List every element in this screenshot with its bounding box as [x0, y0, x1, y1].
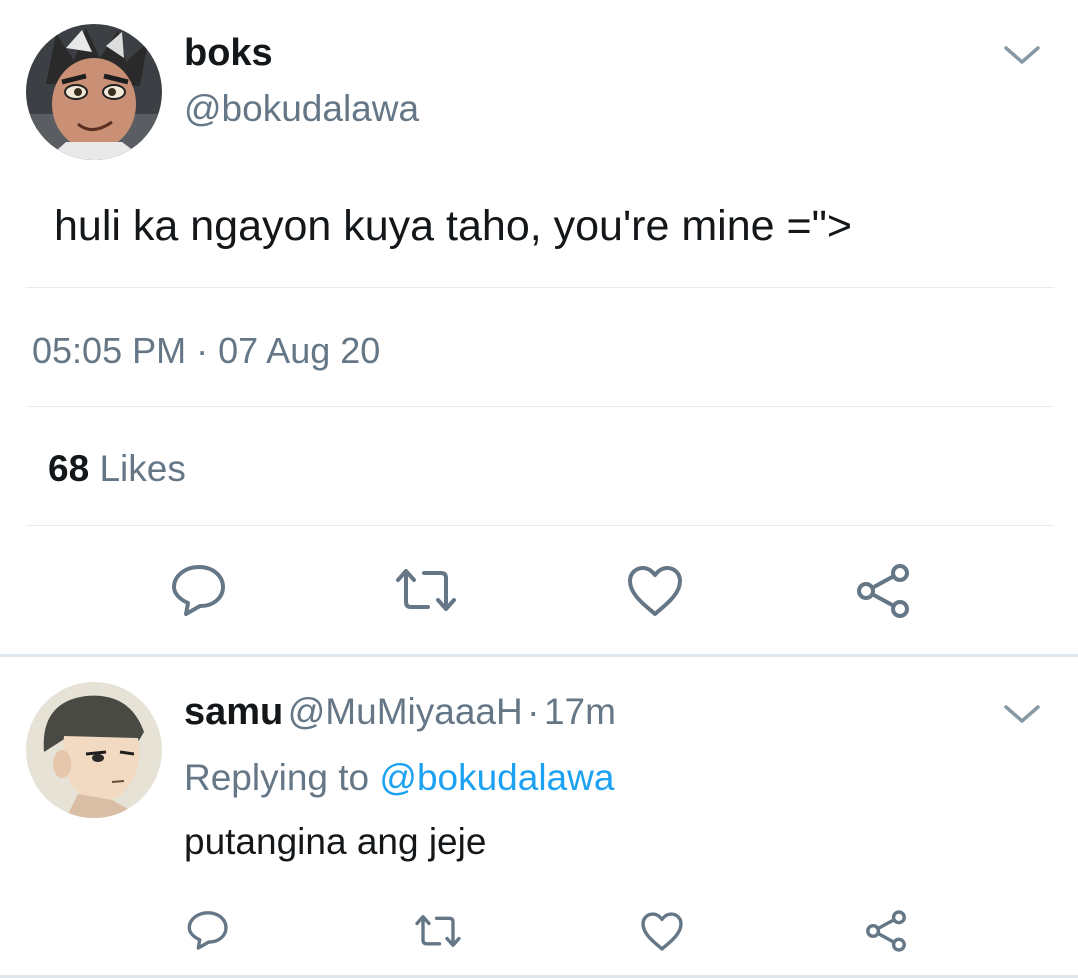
tweet-text: huli ka ngayon kuya taho, you're mine ="…	[54, 202, 852, 250]
heart-icon[interactable]	[626, 564, 684, 618]
main-tweet: boks @bokudalawa huli ka ngayon kuya tah…	[0, 0, 1078, 654]
reply-tweet[interactable]: samu @MuMiyaaaH · 17m Replying to @bokud…	[0, 657, 1078, 978]
separator-dot: ·	[527, 691, 540, 732]
likes-label: Likes	[99, 448, 186, 489]
reply-author-handle[interactable]: @MuMiyaaaH	[288, 691, 523, 732]
chevron-down-icon[interactable]	[1002, 699, 1042, 729]
tweet-date: 07 Aug 20	[218, 330, 381, 371]
divider	[26, 287, 1054, 288]
reply-avatar[interactable]	[26, 682, 162, 818]
divider	[26, 406, 1054, 407]
replying-prefix: Replying to	[184, 757, 370, 798]
divider	[26, 525, 1054, 526]
reply-text: putangina ang jeje	[184, 821, 487, 862]
retweet-icon[interactable]	[394, 566, 458, 614]
reply-age: 17m	[543, 691, 616, 732]
likes-count: 68	[48, 448, 90, 489]
author-handle[interactable]: @bokudalawa	[184, 88, 419, 130]
tweet-time: 05:05 PM	[32, 330, 187, 371]
reply-author-name[interactable]: samu	[184, 691, 283, 733]
heart-icon[interactable]	[640, 911, 684, 952]
author-avatar[interactable]	[26, 24, 162, 160]
tweet-timestamp[interactable]: 05:05 PM · 07 Aug 20	[32, 330, 380, 372]
likes-stat[interactable]: 68 Likes	[48, 448, 186, 490]
reply-icon[interactable]	[186, 909, 230, 951]
replying-to-link[interactable]: @bokudalawa	[379, 757, 614, 798]
retweet-icon[interactable]	[414, 913, 462, 949]
separator-dot: ·	[196, 330, 209, 371]
reply-icon[interactable]	[170, 562, 228, 618]
chevron-down-icon[interactable]	[1002, 40, 1042, 70]
replying-to: Replying to @bokudalawa	[184, 757, 614, 799]
share-icon[interactable]	[854, 562, 912, 620]
reply-header: samu @MuMiyaaaH · 17m	[184, 691, 616, 734]
share-icon[interactable]	[864, 909, 908, 953]
author-name[interactable]: boks	[184, 32, 273, 75]
